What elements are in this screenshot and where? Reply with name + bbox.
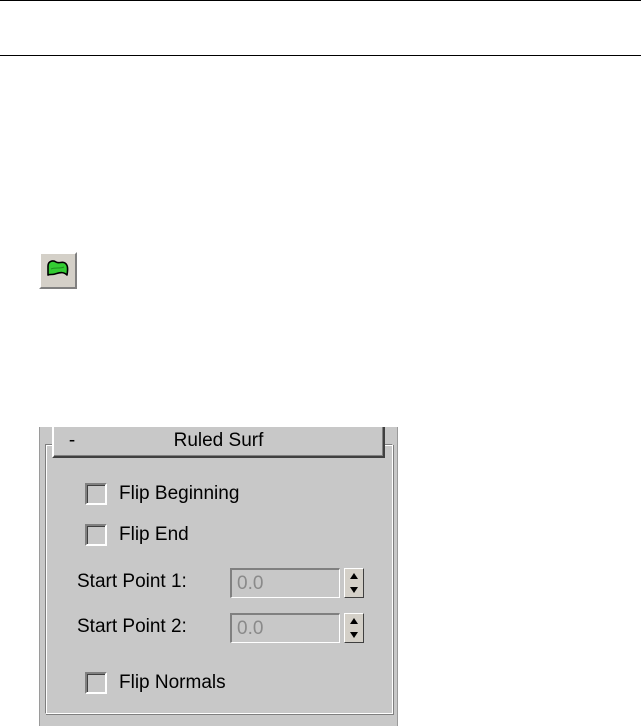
- flip-beginning-label: Flip Beginning: [119, 483, 240, 504]
- flip-end-row[interactable]: Flip End: [85, 524, 189, 546]
- start-point-1-input[interactable]: [230, 568, 340, 598]
- start-point-2-spinner[interactable]: [344, 613, 364, 643]
- spinner-up-icon[interactable]: [345, 614, 363, 628]
- header-divider: [0, 55, 641, 56]
- flip-normals-checkbox[interactable]: [85, 672, 107, 694]
- spinner-down-icon[interactable]: [345, 628, 363, 642]
- spinner-up-icon[interactable]: [345, 569, 363, 583]
- flip-beginning-checkbox[interactable]: [85, 483, 107, 505]
- start-point-1-label: Start Point 1:: [77, 571, 187, 592]
- flip-end-label: Flip End: [119, 524, 189, 545]
- flip-end-checkbox[interactable]: [85, 524, 107, 546]
- start-point-2-label: Start Point 2:: [77, 616, 187, 637]
- rollout-title: Ruled Surf: [173, 430, 264, 451]
- flip-normals-row[interactable]: Flip Normals: [85, 672, 226, 694]
- ruled-surf-rollout: - Ruled Surf Flip Beginning Flip End Sta…: [39, 427, 398, 726]
- flip-beginning-row[interactable]: Flip Beginning: [85, 483, 239, 505]
- rollout-header[interactable]: - Ruled Surf: [52, 427, 385, 458]
- flip-normals-label: Flip Normals: [119, 672, 226, 693]
- top-divider: [0, 0, 641, 1]
- start-point-1-spinner[interactable]: [344, 568, 364, 598]
- page: - Ruled Surf Flip Beginning Flip End Sta…: [0, 0, 641, 726]
- ruled-surface-button[interactable]: [39, 252, 77, 289]
- start-point-2-input[interactable]: [230, 613, 340, 643]
- ruled-surface-icon: [45, 257, 71, 284]
- spinner-down-icon[interactable]: [345, 583, 363, 597]
